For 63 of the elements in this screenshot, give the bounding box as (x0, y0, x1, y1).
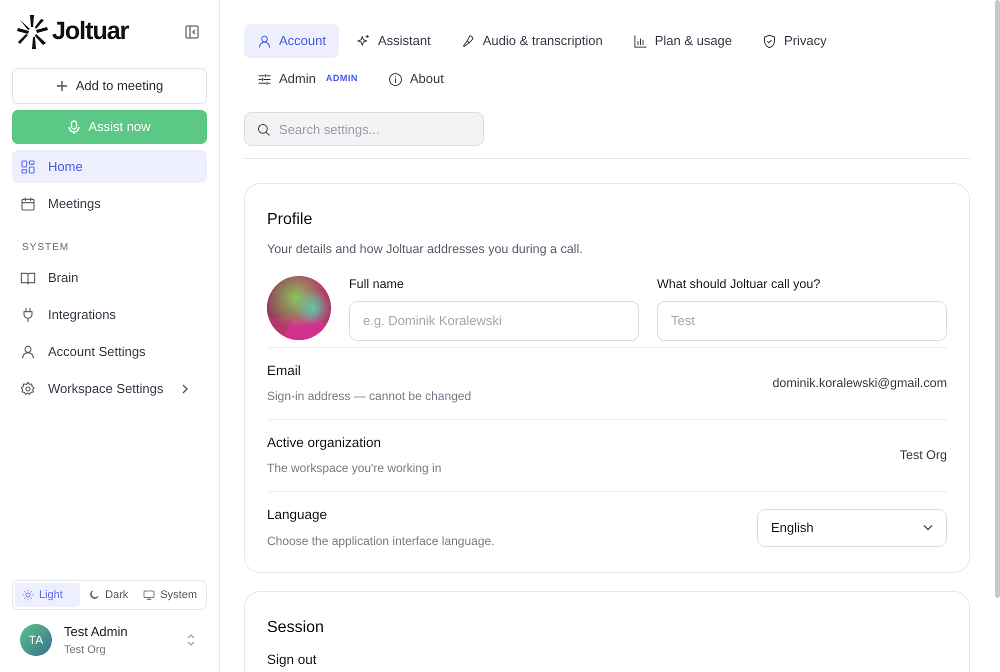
bar-chart-icon (632, 34, 648, 48)
settings-tab[interactable]: Admin ADMIN (244, 62, 371, 96)
settings-tab[interactable]: Account (244, 24, 339, 58)
add-to-meeting-button[interactable]: Add to meeting (12, 68, 207, 104)
settings-icon (20, 380, 36, 396)
theme-option[interactable]: Dark (81, 583, 136, 607)
setting-label: Language (267, 506, 328, 524)
setting-hint: Choose the application interface language. (267, 532, 494, 550)
nav-item[interactable]: Workspace Settings (12, 372, 207, 405)
field-label: Full name (349, 276, 405, 293)
expand-icon[interactable] (187, 634, 195, 646)
search-icon (256, 122, 271, 137)
settings-tab[interactable]: Privacy (749, 24, 840, 58)
chevron-right-icon (181, 384, 189, 394)
nav-item[interactable]: Home (12, 150, 207, 183)
input-field[interactable]: e.g. Dominik Koralewski (349, 300, 639, 340)
setting-label: Active organization (267, 434, 382, 452)
plus-icon (56, 80, 68, 92)
card-title: Session (267, 618, 325, 638)
grid-icon (20, 158, 36, 174)
brand-name: Joltuar (52, 16, 128, 48)
settings-tab[interactable]: Assistant (342, 24, 444, 58)
nav-item[interactable]: Meetings (12, 187, 207, 220)
sidebar-toggle-icon[interactable] (185, 25, 199, 39)
settings-tab[interactable]: About (374, 62, 457, 96)
chevron-down-icon (923, 524, 933, 531)
nav-item[interactable]: Integrations (12, 298, 207, 331)
language-select[interactable]: English (757, 508, 947, 546)
user-org: Test Org (64, 642, 107, 658)
field-label: What should Joltuar call you? (657, 276, 822, 293)
card-title: Profile (267, 210, 314, 230)
monitor-icon (143, 589, 156, 601)
user-icon (257, 34, 272, 48)
setting-hint: The workspace you're working in (267, 460, 442, 478)
user-icon (20, 344, 36, 360)
sun-icon (22, 589, 34, 601)
settings-tab[interactable]: Plan & usage (620, 24, 746, 58)
setting-value: Test Org (900, 446, 947, 464)
microphone-icon (68, 120, 80, 134)
card-description: Your details and how Joltuar addresses you during a call. (267, 241, 584, 258)
input-field[interactable]: Test (657, 300, 947, 340)
section-label: SYSTEM (21, 241, 70, 255)
sliders-icon (257, 72, 272, 86)
setting-value: dominik.koralewski@gmail.com (772, 374, 947, 392)
calendar-icon (20, 196, 36, 212)
theme-option[interactable]: Light (15, 583, 80, 607)
moon-icon (88, 589, 100, 601)
setting-hint: Sign-in address — cannot be changed (267, 388, 472, 406)
settings-tab[interactable]: Audio & transcription (448, 24, 616, 58)
logo-icon (16, 14, 48, 50)
shield-icon (762, 34, 778, 48)
info-icon (388, 72, 403, 86)
search-field[interactable]: Search settings... (244, 112, 484, 146)
setting-label: Email (267, 362, 302, 380)
user-name: Test Admin (64, 623, 129, 641)
nav-item[interactable]: Account Settings (12, 335, 207, 368)
nav-item[interactable]: Brain (12, 261, 207, 294)
sparkle-icon (356, 34, 371, 48)
setting-label: Sign out (267, 650, 318, 669)
role-label: ADMIN (326, 72, 358, 86)
theme-option[interactable]: System (136, 583, 204, 607)
user-avatar: TA (20, 624, 52, 656)
microphone-icon (460, 34, 476, 48)
